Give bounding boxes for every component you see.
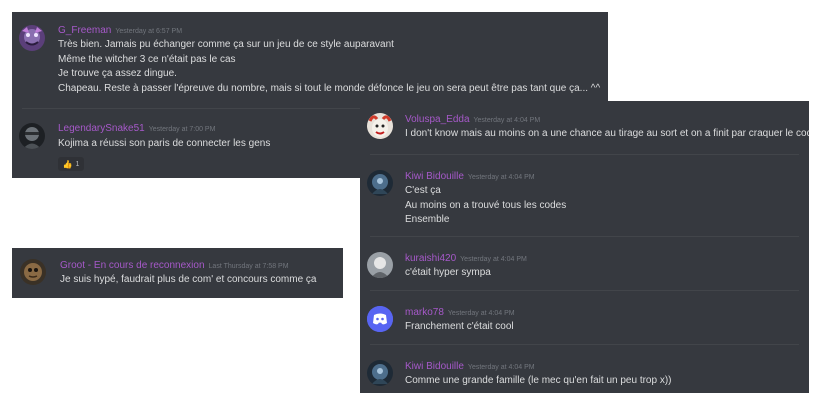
message-line: I don't know mais au moins on a une chan… [405, 128, 809, 139]
reaction-count: 1 [75, 160, 80, 168]
timestamp: Yesterday at 4:04 PM [473, 117, 541, 124]
timestamp: Yesterday at 7:00 PM [148, 126, 216, 133]
avatar[interactable] [367, 360, 393, 386]
avatar[interactable] [367, 113, 393, 139]
avatar[interactable] [367, 170, 393, 196]
message-line: Chapeau. Reste à passer l'épreuve du nom… [58, 82, 601, 94]
message-line: c'était hyper sympa [405, 267, 491, 278]
message-line: Ensemble [405, 214, 450, 225]
message-kuraishi420: kuraishi420 Yesterday at 4:04 PM c'était … [360, 238, 809, 290]
timestamp: Yesterday at 4:04 PM [447, 310, 515, 317]
timestamp: Last Thursday at 7:58 PM [208, 263, 289, 270]
message-divider [370, 344, 799, 345]
message-kiwi-bidouille: Kiwi Bidouille Yesterday at 4:04 PM Comme… [360, 346, 809, 393]
message-kiwi-bidouille: Kiwi Bidouille Yesterday at 4:04 PM C'est… [360, 156, 809, 236]
username[interactable]: Groot - En cours de reconnexion [60, 260, 205, 271]
message-g-freeman: G_Freeman Yesterday at 6:57 PM Très bien.… [12, 12, 608, 108]
message-groot: Groot - En cours de reconnexion Last Thur… [12, 248, 343, 298]
avatar[interactable] [19, 25, 45, 51]
avatar[interactable] [367, 306, 393, 332]
message-divider [370, 290, 799, 291]
avatar[interactable] [19, 123, 45, 149]
username[interactable]: Kiwi Bidouille [405, 361, 464, 372]
thumbs-up-icon: 👍 [62, 159, 73, 169]
avatar-groot-icon [20, 259, 46, 285]
username[interactable]: G_Freeman [58, 25, 111, 36]
username[interactable]: marko78 [405, 307, 444, 318]
message-marko78: marko78 Yesterday at 4:04 PM Franchement … [360, 292, 809, 344]
avatar-kiwi-bidouille-icon [367, 170, 393, 196]
reaction-button[interactable]: 👍 1 [58, 157, 84, 171]
message-line: C'est ça [405, 185, 441, 196]
username[interactable]: Kiwi Bidouille [405, 171, 464, 182]
message-line: Très bien. Jamais pu échanger comme ça s… [58, 39, 394, 50]
message-line: Je suis hypé, faudrait plus de com' et c… [60, 274, 317, 285]
avatar-legendarysnake51-icon [19, 123, 45, 149]
avatar[interactable] [20, 259, 46, 285]
message-divider [370, 154, 799, 155]
message-line: Je trouve ça assez dingue. [58, 68, 177, 79]
avatar-kuraishi420-icon [367, 252, 393, 278]
chat-panel-right: Voluspa_Edda Yesterday at 4:04 PM I don't… [360, 101, 809, 393]
username[interactable]: kuraishi420 [405, 253, 456, 264]
message-line: Kojima a réussi son paris de connecter l… [58, 138, 271, 149]
avatar-g-freeman-icon [19, 25, 45, 51]
timestamp: Yesterday at 4:04 PM [467, 364, 535, 371]
message-line: Même the witcher 3 ce n'était pas le cas [58, 53, 236, 65]
message-line: Comme une grande famille (le mec qu'en f… [405, 375, 672, 386]
avatar-voluspa-edda-icon [367, 113, 393, 139]
message-line: Au moins on a trouvé tous les codes [405, 199, 567, 211]
timestamp: Yesterday at 4:04 PM [467, 174, 535, 181]
chat-panel-bottom-left: Groot - En cours de reconnexion Last Thur… [12, 248, 343, 298]
message-voluspa-edda: Voluspa_Edda Yesterday at 4:04 PM I don't… [360, 101, 809, 154]
timestamp: Yesterday at 6:57 PM [115, 28, 183, 35]
username[interactable]: Voluspa_Edda [405, 114, 470, 125]
avatar[interactable] [367, 252, 393, 278]
message-divider [370, 236, 799, 237]
message-line: Franchement c'était cool [405, 321, 514, 332]
username[interactable]: LegendarySnake51 [58, 123, 145, 134]
avatar-kiwi-bidouille-icon [367, 360, 393, 386]
timestamp: Yesterday at 4:04 PM [460, 256, 527, 263]
discord-logo-icon [367, 306, 393, 332]
